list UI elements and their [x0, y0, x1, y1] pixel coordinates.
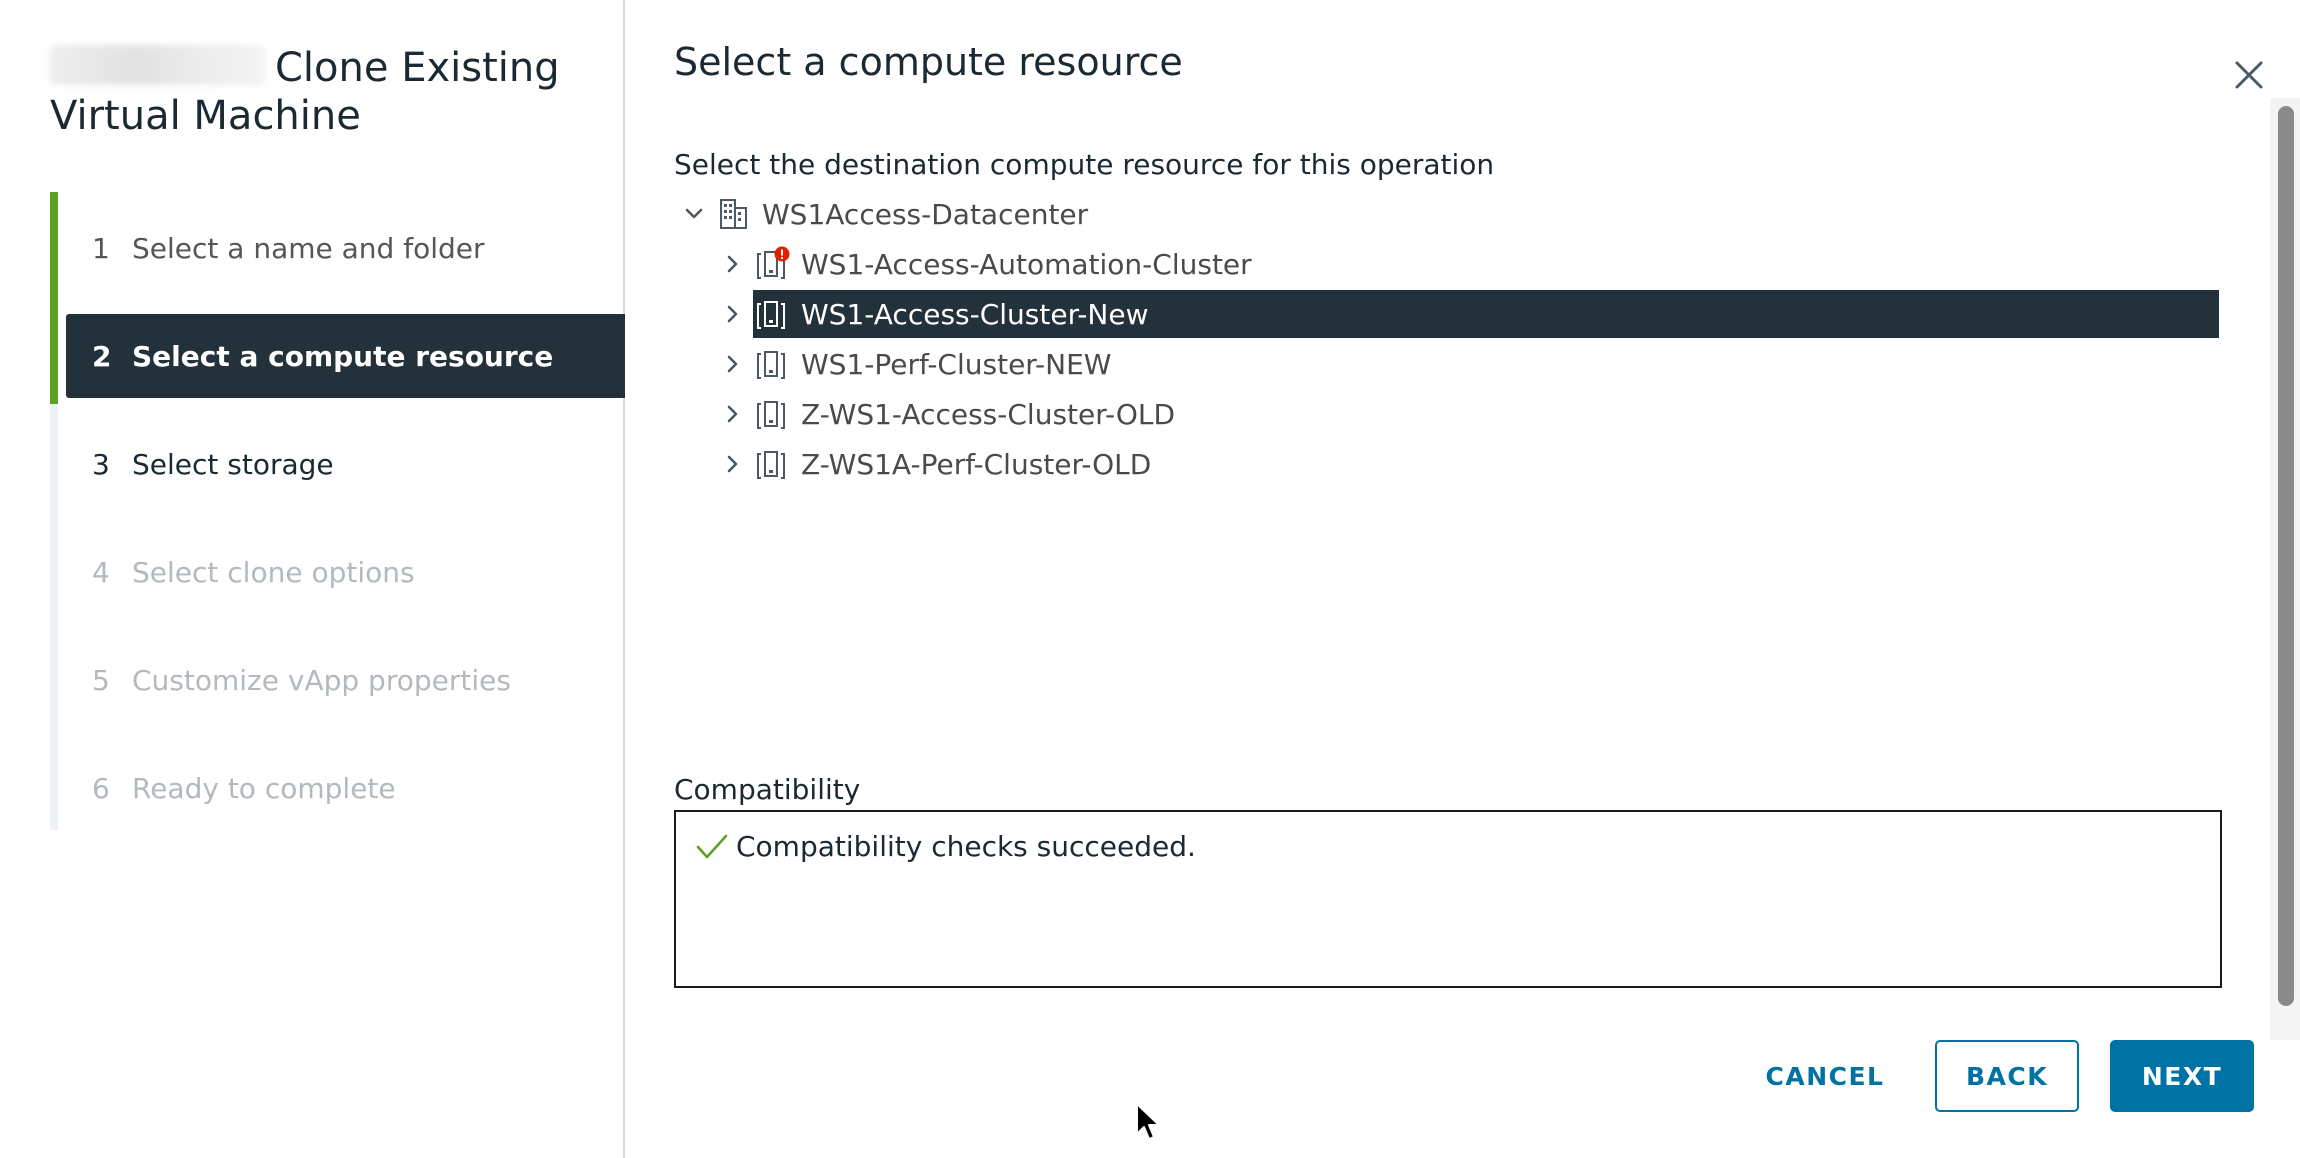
step-label: Select a compute resource	[132, 339, 554, 373]
step-label: Select storage	[132, 447, 334, 481]
cancel-button[interactable]: CANCEL	[1747, 1040, 1903, 1112]
chevron-right-icon[interactable]	[713, 440, 753, 488]
step-number: 1	[92, 231, 110, 265]
step-number: 4	[92, 555, 110, 589]
steps-progress	[50, 192, 58, 404]
step-label: Select clone options	[132, 555, 415, 589]
page-title: Select a compute resource	[674, 40, 1183, 84]
tree-node-label: WS1-Perf-Cluster-NEW	[801, 347, 1112, 381]
scrollbar-thumb[interactable]	[2278, 106, 2294, 1006]
checkmark-icon	[690, 824, 734, 868]
chevron-right-icon[interactable]	[713, 340, 753, 388]
step-number: 5	[92, 663, 110, 697]
chevron-right-icon[interactable]	[713, 240, 753, 288]
step-select-clone-options: 4 Select clone options	[66, 530, 625, 614]
step-number: 3	[92, 447, 110, 481]
vertical-scrollbar[interactable]	[2270, 98, 2300, 1040]
step-number: 2	[92, 339, 112, 373]
step-label: Select a name and folder	[132, 231, 485, 265]
step-customize-vapp-properties: 5 Customize vApp properties	[66, 638, 625, 722]
chevron-down-icon[interactable]	[674, 190, 714, 238]
clone-vm-dialog: Clone Existing Virtual Machine 1 Select …	[0, 0, 2300, 1158]
next-button[interactable]: NEXT	[2110, 1040, 2254, 1112]
instruction-text: Select the destination compute resource …	[674, 148, 1495, 181]
tree-node-label: Z-WS1-Access-Cluster-OLD	[801, 397, 1176, 431]
step-label: Ready to complete	[132, 771, 396, 805]
close-button[interactable]	[2226, 52, 2272, 98]
chevron-right-icon[interactable]	[713, 390, 753, 438]
mouse-pointer-icon	[1136, 1103, 1160, 1140]
step-ready-to-complete: 6 Ready to complete	[66, 746, 625, 830]
cluster-icon	[753, 440, 793, 488]
tree-node-cluster[interactable]: Z-WS1-Access-Cluster-OLD	[713, 390, 1713, 438]
step-select-name-folder[interactable]: 1 Select a name and folder	[66, 206, 625, 290]
main-content: Select a compute resource Select the des…	[627, 0, 2300, 1158]
compatibility-message: Compatibility checks succeeded.	[690, 824, 1196, 868]
redacted-vm-name	[50, 45, 265, 85]
datacenter-icon	[714, 190, 754, 238]
cluster-warning-icon	[753, 240, 793, 288]
step-number: 6	[92, 771, 110, 805]
wizard-steps: 1 Select a name and folder 2 Select a co…	[50, 192, 625, 830]
selected-row-highlight[interactable]: WS1-Access-Cluster-New	[753, 290, 2219, 338]
tree-node-label: Z-WS1A-Perf-Cluster-OLD	[801, 447, 1152, 481]
tree-node-datacenter[interactable]: WS1Access-Datacenter	[674, 190, 1374, 238]
compatibility-message-text: Compatibility checks succeeded.	[736, 829, 1196, 863]
tree-node-cluster[interactable]: WS1-Perf-Cluster-NEW	[713, 340, 1713, 388]
cluster-icon	[753, 390, 793, 438]
step-select-storage[interactable]: 3 Select storage	[66, 422, 625, 506]
tree-node-cluster[interactable]: Z-WS1A-Perf-Cluster-OLD	[713, 440, 1713, 488]
tree-node-cluster-selected[interactable]: WS1-Access-Cluster-New	[713, 290, 2219, 338]
step-label: Customize vApp properties	[132, 663, 511, 697]
compatibility-label: Compatibility	[674, 773, 861, 806]
chevron-right-icon[interactable]	[713, 290, 753, 338]
tree-node-label: WS1-Access-Automation-Cluster	[801, 247, 1252, 281]
back-button[interactable]: BACK	[1935, 1040, 2079, 1112]
tree-node-label: WS1-Access-Cluster-New	[801, 297, 1149, 331]
wizard-sidebar: Clone Existing Virtual Machine 1 Select …	[0, 0, 625, 1158]
close-icon	[2235, 61, 2263, 89]
compatibility-box: Compatibility checks succeeded.	[674, 810, 2222, 988]
tree-node-cluster[interactable]: WS1-Access-Automation-Cluster	[713, 240, 1713, 288]
wizard-title: Clone Existing Virtual Machine	[50, 44, 610, 140]
step-select-compute-resource[interactable]: 2 Select a compute resource	[66, 314, 625, 398]
cluster-icon	[753, 290, 793, 338]
tree-node-label: WS1Access-Datacenter	[762, 197, 1089, 231]
cluster-icon	[753, 340, 793, 388]
